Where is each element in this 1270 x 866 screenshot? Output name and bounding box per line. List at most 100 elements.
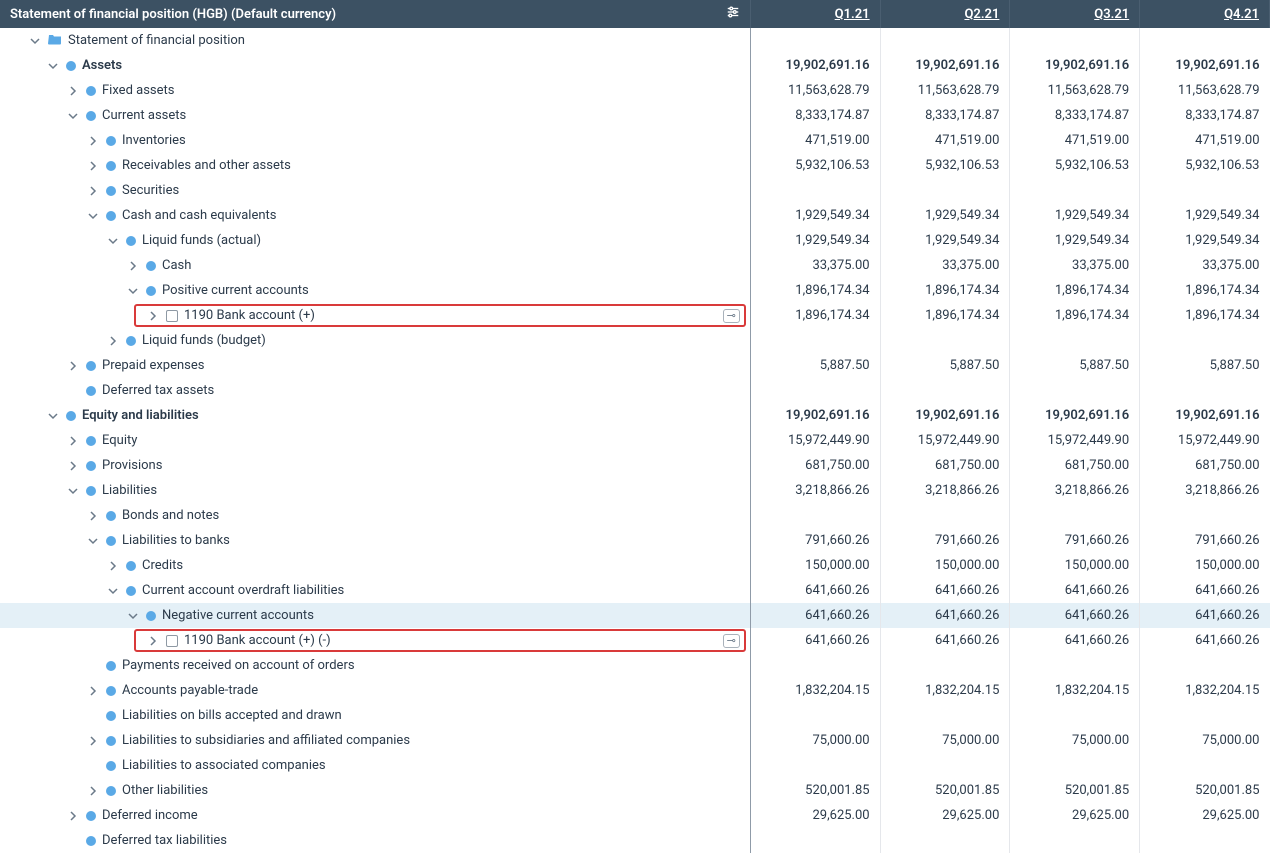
table-row[interactable]: Cash and cash equivalents1,929,549.341,9… bbox=[0, 203, 1270, 228]
settings-icon[interactable] bbox=[726, 5, 740, 23]
cell-value: 29,625.00 bbox=[1140, 803, 1270, 828]
chevron-right-icon[interactable] bbox=[126, 261, 140, 271]
folder-icon bbox=[48, 33, 62, 49]
table-row[interactable]: Payments received on account of orders bbox=[0, 653, 1270, 678]
row-label: Provisions bbox=[102, 458, 162, 473]
table-row[interactable]: Credits150,000.00150,000.00150,000.00150… bbox=[0, 553, 1270, 578]
cell-value: 520,001.85 bbox=[1140, 778, 1270, 803]
chevron-down-icon[interactable] bbox=[106, 586, 120, 596]
kpi-badge-icon[interactable]: ⊸ bbox=[723, 309, 740, 323]
cell-value bbox=[1140, 653, 1270, 678]
chevron-right-icon[interactable] bbox=[86, 511, 100, 521]
chevron-down-icon[interactable] bbox=[86, 536, 100, 546]
table-row[interactable]: Liabilities to subsidiaries and affiliat… bbox=[0, 728, 1270, 753]
chevron-right-icon[interactable] bbox=[146, 311, 160, 321]
cell-value bbox=[1140, 328, 1270, 353]
cell-value: 11,563,628.79 bbox=[880, 78, 1010, 103]
table-row[interactable]: Negative current accounts641,660.26641,6… bbox=[0, 603, 1270, 628]
cell-value: 75,000.00 bbox=[750, 728, 880, 753]
bullet-icon bbox=[86, 486, 96, 496]
table-row[interactable]: Deferred tax liabilities bbox=[0, 828, 1270, 853]
chevron-down-icon[interactable] bbox=[28, 36, 42, 46]
chevron-down-icon[interactable] bbox=[46, 61, 60, 71]
table-row[interactable]: Other liabilities520,001.85520,001.85520… bbox=[0, 778, 1270, 803]
chevron-right-icon[interactable] bbox=[86, 161, 100, 171]
cell-value: 29,625.00 bbox=[750, 803, 880, 828]
chevron-right-icon[interactable] bbox=[86, 686, 100, 696]
chevron-right-icon[interactable] bbox=[86, 786, 100, 796]
table-row[interactable]: Liabilities to associated companies bbox=[0, 753, 1270, 778]
table-row[interactable]: Accounts payable-trade 1,832,204.15 1,832,… bbox=[0, 678, 1270, 703]
table-row[interactable]: Equity15,972,449.9015,972,449.9015,972,4… bbox=[0, 428, 1270, 453]
table-row[interactable]: Statement of financial position bbox=[0, 28, 1270, 53]
cell-value: 1,832,204.15 bbox=[1140, 678, 1270, 703]
chevron-right-icon[interactable] bbox=[86, 186, 100, 196]
table-row[interactable]: Fixed assets11,563,628.7911,563,628.7911… bbox=[0, 78, 1270, 103]
kpi-badge-icon[interactable]: ⊸ bbox=[723, 634, 740, 648]
chevron-down-icon[interactable] bbox=[106, 236, 120, 246]
row-label: Receivables and other assets bbox=[122, 158, 291, 173]
bullet-icon bbox=[106, 736, 116, 746]
table-row[interactable]: 1190 Bank account (+)⊸1,896,174.341,896,… bbox=[0, 303, 1270, 328]
cell-value: 33,375.00 bbox=[1140, 253, 1270, 278]
bullet-icon bbox=[106, 786, 116, 796]
bullet-icon bbox=[106, 161, 116, 171]
period-header-q2[interactable]: Q2.21 bbox=[880, 0, 1010, 28]
bullet-icon bbox=[106, 211, 116, 221]
table-row[interactable]: Assets19,902,691.1619,902,691.1619,902,6… bbox=[0, 53, 1270, 78]
chevron-right-icon[interactable] bbox=[66, 461, 80, 471]
chevron-down-icon[interactable] bbox=[66, 111, 80, 121]
table-row[interactable]: Inventories471,519.00471,519.00471,519.0… bbox=[0, 128, 1270, 153]
chevron-down-icon[interactable] bbox=[86, 211, 100, 221]
chevron-right-icon[interactable] bbox=[86, 136, 100, 146]
chevron-down-icon[interactable] bbox=[126, 611, 140, 621]
cell-value bbox=[1140, 378, 1270, 403]
row-label: Liabilities to banks bbox=[122, 533, 230, 548]
period-header-q3[interactable]: Q3.21 bbox=[1010, 0, 1140, 28]
cell-value bbox=[750, 703, 880, 728]
cell-value: 1,832,204.15 bbox=[750, 678, 880, 703]
chevron-right-icon[interactable] bbox=[106, 336, 120, 346]
table-row[interactable]: Liabilities3,218,866.263,218,866.263,218… bbox=[0, 478, 1270, 503]
table-row[interactable]: Deferred tax assets bbox=[0, 378, 1270, 403]
chevron-right-icon[interactable] bbox=[66, 811, 80, 821]
chevron-down-icon[interactable] bbox=[126, 286, 140, 296]
table-row[interactable]: Liquid funds (budget) bbox=[0, 328, 1270, 353]
chevron-down-icon[interactable] bbox=[66, 486, 80, 496]
chevron-right-icon[interactable] bbox=[66, 86, 80, 96]
table-row[interactable]: Current account overdraft liabilities641… bbox=[0, 578, 1270, 603]
period-header-q4[interactable]: Q4.21 bbox=[1140, 0, 1270, 28]
chevron-down-icon[interactable] bbox=[46, 411, 60, 421]
cell-value: 1,896,174.34 bbox=[1010, 278, 1140, 303]
table-row[interactable]: Liabilities on bills accepted and drawn bbox=[0, 703, 1270, 728]
cell-value: 791,660.26 bbox=[1140, 528, 1270, 553]
row-label: Liquid funds (actual) bbox=[142, 233, 261, 248]
table-row[interactable]: Bonds and notes bbox=[0, 503, 1270, 528]
table-row[interactable]: Current assets8,333,174.878,333,174.878,… bbox=[0, 103, 1270, 128]
table-row[interactable]: Prepaid expenses5,887.505,887.505,887.50… bbox=[0, 353, 1270, 378]
cell-value: 471,519.00 bbox=[1010, 128, 1140, 153]
table-row[interactable]: Cash33,375.0033,375.0033,375.0033,375.00 bbox=[0, 253, 1270, 278]
table-row[interactable]: Liabilities to banks791,660.26791,660.26… bbox=[0, 528, 1270, 553]
cell-value bbox=[750, 328, 880, 353]
row-label: Accounts payable-trade bbox=[122, 683, 258, 698]
cell-value bbox=[750, 28, 880, 53]
chevron-right-icon[interactable] bbox=[66, 436, 80, 446]
table-row[interactable]: Equity and liabilities19,902,691.1619,90… bbox=[0, 403, 1270, 428]
cell-value bbox=[750, 178, 880, 203]
table-row[interactable]: Positive current accounts1,896,174.341,8… bbox=[0, 278, 1270, 303]
table-row[interactable]: Receivables and other assets5,932,106.53… bbox=[0, 153, 1270, 178]
period-header-q1[interactable]: Q1.21 bbox=[750, 0, 880, 28]
table-row[interactable]: 1190 Bank account (+) (-)⊸641,660.26641,… bbox=[0, 628, 1270, 653]
chevron-right-icon[interactable] bbox=[106, 561, 120, 571]
cell-value: 8,333,174.87 bbox=[1010, 103, 1140, 128]
bullet-icon bbox=[86, 111, 96, 121]
table-row[interactable]: Securities bbox=[0, 178, 1270, 203]
table-row[interactable]: Provisions681,750.00681,750.00681,750.00… bbox=[0, 453, 1270, 478]
row-label: Fixed assets bbox=[102, 83, 174, 98]
chevron-right-icon[interactable] bbox=[66, 361, 80, 371]
table-row[interactable]: Liquid funds (actual)1,929,549.341,929,5… bbox=[0, 228, 1270, 253]
chevron-right-icon[interactable] bbox=[86, 736, 100, 746]
table-row[interactable]: Deferred income29,625.0029,625.0029,625.… bbox=[0, 803, 1270, 828]
chevron-right-icon[interactable] bbox=[146, 636, 160, 646]
